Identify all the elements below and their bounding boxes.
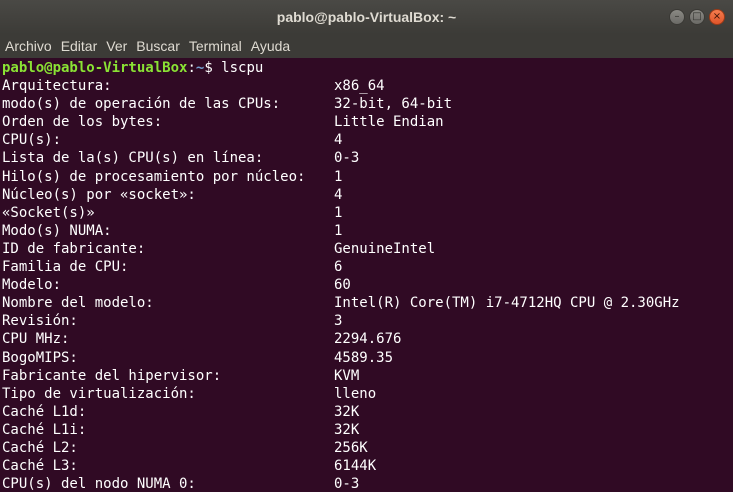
output-key: Orden de los bytes: [2,114,163,131]
title-bar[interactable]: pablo@pablo-VirtualBox: ~ – □ × [0,0,733,34]
window-controls: – □ × [669,9,725,25]
output-row: Fabricante del hipervisor: KVM [2,367,733,385]
output-row: Modelo: 60 [2,276,733,294]
output-value: GenuineIntel [334,240,436,257]
output-value: 3 [334,313,343,330]
output-row: Lista de la(s) CPU(s) en línea: 0-3 [2,149,733,167]
output-value: 4 [334,186,343,203]
output-row: Caché L1d: 32K [2,403,733,421]
menu-archivo[interactable]: Archivo [5,38,52,54]
output-row: Caché L1i: 32K [2,421,733,439]
output-key: CPU MHz: [2,331,70,348]
output-value: 60 [334,277,351,294]
terminal-output[interactable]: pablo@pablo-VirtualBox:~$ lscpu Arquitec… [0,58,733,492]
output-row: Tipo de virtualización: lleno [2,385,733,403]
output-row: Núcleo(s) por «socket»: 4 [2,186,733,204]
output-value: 1 [334,168,343,185]
maximize-button[interactable]: □ [689,9,705,25]
output-key: Tipo de virtualización: [2,385,196,402]
output-row: Caché L3: 6144K [2,457,733,475]
output-row: «Socket(s)» 1 [2,204,733,222]
output-row: CPU MHz: 2294.676 [2,330,733,348]
menu-ver[interactable]: Ver [106,38,127,54]
output-key: Nombre del modelo: [2,295,154,312]
window-title: pablo@pablo-VirtualBox: ~ [276,9,457,25]
output-key: Familia de CPU: [2,259,129,276]
output-value: 6 [334,259,343,276]
output-value: x86_64 [334,78,385,95]
lscpu-output: Arquitectura: x86_64 modo(s) de operación … [2,77,733,492]
output-row: Hilo(s) de procesamiento por núcleo: 1 [2,168,733,186]
menu-buscar[interactable]: Buscar [136,38,180,54]
menu-bar: Archivo Editar Ver Buscar Terminal Ayuda [0,34,733,58]
output-key: Caché L3: [2,458,78,475]
output-key: CPU(s): [2,132,62,149]
output-value: lleno [334,385,377,402]
prompt-symbol: $ [204,60,222,76]
menu-ayuda[interactable]: Ayuda [251,38,290,54]
output-key: modo(s) de operación de las CPUs: [2,96,281,113]
output-key: Caché L1i: [2,421,87,438]
output-row: CPU(s): 4 [2,131,733,149]
output-key: BogoMIPS: [2,349,78,366]
output-key: Hilo(s) de procesamiento por núcleo: [2,168,306,185]
output-key: CPU(s) del nodo NUMA 0: [2,476,196,492]
output-value: Little Endian [334,114,444,131]
output-row: Caché L2: 256K [2,439,733,457]
output-row: Modo(s) NUMA: 1 [2,222,733,240]
menu-terminal[interactable]: Terminal [189,38,242,54]
close-button[interactable]: × [709,9,725,25]
output-row: CPU(s) del nodo NUMA 0: 0-3 [2,475,733,492]
output-key: Arquitectura: [2,78,112,95]
prompt-command: lscpu [221,60,264,76]
prompt-separator: : [187,60,196,76]
output-value: 4589.35 [334,349,394,366]
output-key: Caché L2: [2,439,78,456]
menu-editar[interactable]: Editar [61,38,98,54]
output-value: 32-bit, 64-bit [334,96,453,113]
output-row: Revisión: 3 [2,312,733,330]
output-key: ID de fabricante: [2,240,146,257]
terminal-window: pablo@pablo-VirtualBox: ~ – □ × Archivo … [0,0,733,492]
output-key: Caché L1d: [2,403,87,420]
output-value: 6144K [334,458,377,475]
output-value: 1 [334,222,343,239]
output-value: 0-3 [334,150,360,167]
output-row: Orden de los bytes: Little Endian [2,113,733,131]
output-row: ID de fabricante: GenuineIntel [2,240,733,258]
output-row: Familia de CPU: 6 [2,258,733,276]
output-row: modo(s) de operación de las CPUs: 32-bit,… [2,95,733,113]
output-value: 256K [334,439,368,456]
output-value: 32K [334,403,360,420]
output-key: Modo(s) NUMA: [2,222,112,239]
output-key: Núcleo(s) por «socket»: [2,186,196,203]
output-key: Lista de la(s) CPU(s) en línea: [2,150,264,167]
output-key: Revisión: [2,313,78,330]
output-value: KVM [334,367,360,384]
output-row: Nombre del modelo: Intel(R) Core(TM) i7-4… [2,294,733,312]
prompt-user-host: pablo@pablo-VirtualBox [2,60,188,76]
minimize-button[interactable]: – [669,9,685,25]
output-value: 2294.676 [334,331,402,348]
output-key: «Socket(s)» [2,204,95,221]
output-value: Intel(R) Core(TM) i7-4712HQ CPU @ 2.30GH… [334,295,680,312]
output-value: 0-3 [334,476,360,492]
output-row: BogoMIPS: 4589.35 [2,349,733,367]
prompt-line: pablo@pablo-VirtualBox:~$ lscpu [2,59,733,77]
output-key: Modelo: [2,277,62,294]
output-value: 4 [334,132,343,149]
output-value: 1 [334,204,343,221]
output-row: Arquitectura: x86_64 [2,77,733,95]
output-key: Fabricante del hipervisor: [2,367,222,384]
output-value: 32K [334,421,360,438]
